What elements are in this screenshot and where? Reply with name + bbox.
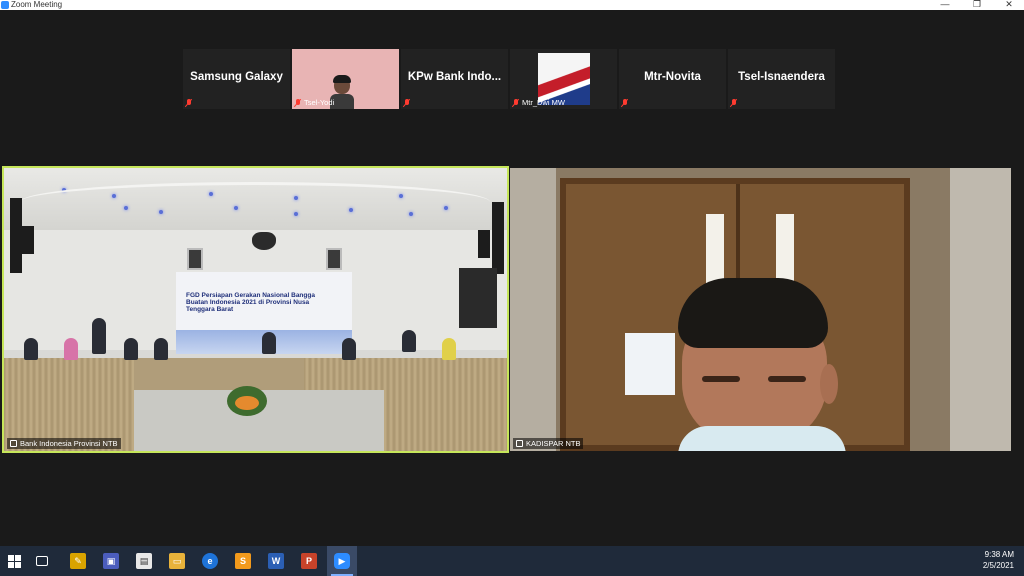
window-title: Zoom Meeting xyxy=(11,0,63,9)
system-clock[interactable]: 9:38 AM 2/5/2021 xyxy=(983,549,1014,571)
garuda-emblem xyxy=(252,232,276,250)
edge-icon[interactable]: e xyxy=(202,553,218,569)
mic-muted-icon xyxy=(403,99,411,107)
windows-start-icon[interactable] xyxy=(6,553,22,569)
participant-strip: Samsung Galaxy Tsel-Yodi KPw Bank Indo..… xyxy=(183,49,835,109)
participant-label: Bank Indonesia Provinsi NTB xyxy=(7,438,121,449)
face-mask xyxy=(678,426,846,451)
portrait-frame xyxy=(187,248,203,270)
participant-tile[interactable]: Tsel-Isnaendera xyxy=(728,49,835,109)
windows-taskbar: ✎ ▣ ▤ ▭ e S W P ▶ 9:38 AM 2/5/2021 xyxy=(0,546,1024,576)
powerpoint-icon[interactable]: P xyxy=(301,553,317,569)
portrait-frame xyxy=(326,248,342,270)
active-speaker-video[interactable]: FGD Persiapan Gerakan Nasional Bangga Bu… xyxy=(2,166,509,453)
title-bar: Zoom Meeting — ❐ ✕ xyxy=(0,0,1024,10)
mic-muted-icon xyxy=(730,99,738,107)
word-icon[interactable]: W xyxy=(268,553,284,569)
clock-date: 2/5/2021 xyxy=(982,561,1014,570)
flower-arrangement xyxy=(217,378,277,428)
mic-muted-icon xyxy=(185,99,193,107)
pin-icon xyxy=(10,440,17,447)
minimize-button[interactable]: — xyxy=(938,0,952,10)
participant-label: KADISPAR NTB xyxy=(513,438,584,449)
restore-button[interactable]: ❐ xyxy=(970,0,984,10)
participant-person xyxy=(670,278,860,451)
zoom-app-icon xyxy=(1,1,9,9)
window-controls: — ❐ ✕ xyxy=(938,0,1016,10)
clock-time: 9:38 AM xyxy=(984,550,1014,559)
participant-tile[interactable]: Mtr_Dwi MW xyxy=(510,49,617,109)
participant-tile[interactable]: Samsung Galaxy xyxy=(183,49,290,109)
participant-name: KPw Bank Indo... xyxy=(407,71,502,83)
pen-tool-icon[interactable]: ✎ xyxy=(70,553,86,569)
notice-paper xyxy=(625,333,675,395)
mic-muted-icon xyxy=(294,98,302,107)
participant-name: Samsung Galaxy xyxy=(190,71,283,83)
close-button[interactable]: ✕ xyxy=(1002,0,1016,10)
task-view-icon[interactable] xyxy=(36,556,48,566)
participant-tile[interactable]: Mtr-Novita xyxy=(619,49,726,109)
participant-name: Tsel-Yodi xyxy=(304,98,335,107)
banner-text: FGD Persiapan Gerakan Nasional Bangga Bu… xyxy=(186,292,315,313)
teams-icon[interactable]: ▣ xyxy=(103,553,119,569)
participant-name: Tsel-Isnaendera xyxy=(738,71,825,83)
zoom-icon[interactable]: ▶ xyxy=(334,553,350,569)
participant-name: Mtr_Dwi MW xyxy=(522,98,565,107)
participant-video-large[interactable]: KADISPAR NTB xyxy=(510,168,1011,451)
mic-muted-icon xyxy=(621,99,629,107)
participant-name: Mtr-Novita xyxy=(644,71,701,83)
participant-name: Bank Indonesia Provinsi NTB xyxy=(20,439,118,448)
participant-name: KADISPAR NTB xyxy=(526,439,581,448)
file-explorer-icon[interactable]: ▭ xyxy=(169,553,185,569)
pin-icon xyxy=(516,440,523,447)
sublime-icon[interactable]: S xyxy=(235,553,251,569)
participant-tile[interactable]: KPw Bank Indo... xyxy=(401,49,508,109)
store-icon[interactable]: ▤ xyxy=(136,553,152,569)
mic-muted-icon xyxy=(512,98,520,107)
zoom-window: Zoom Meeting — ❐ ✕ Samsung Galaxy Tsel-Y… xyxy=(0,0,1024,576)
participant-tile[interactable]: Tsel-Yodi xyxy=(292,49,399,109)
